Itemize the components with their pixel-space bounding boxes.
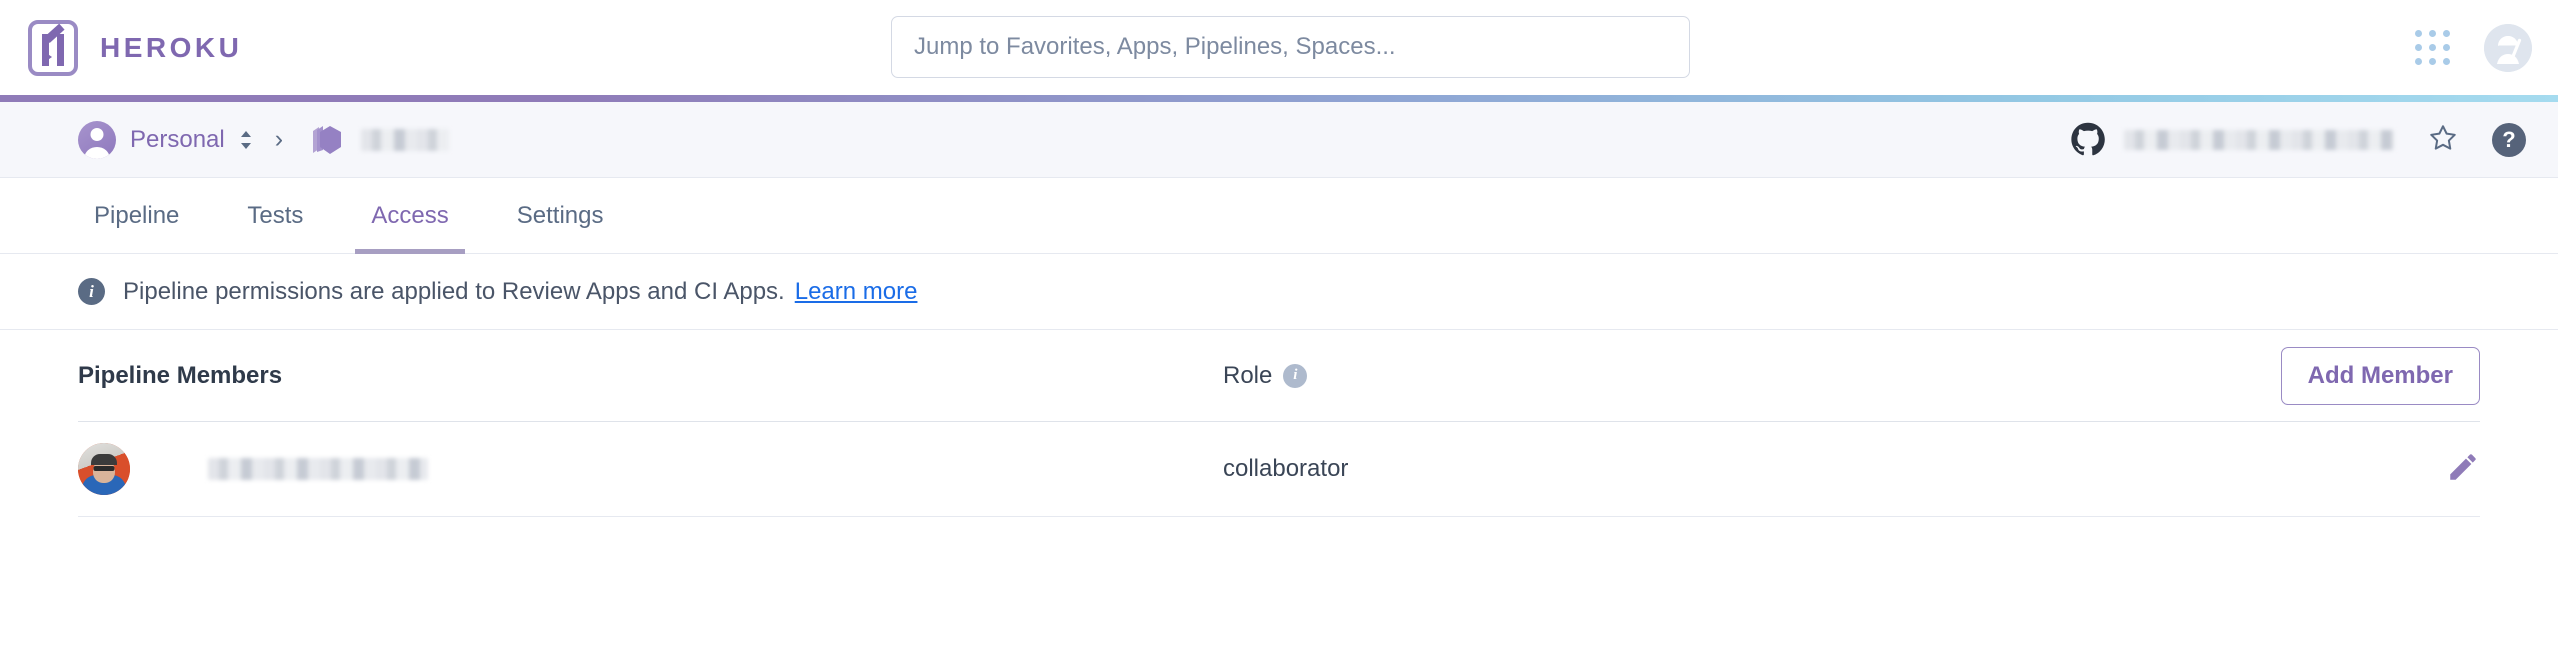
ninja-avatar-icon[interactable] [2484, 23, 2532, 72]
column-header-role-label: Role [1223, 361, 1273, 389]
brand-name: HEROKU [100, 31, 243, 63]
github-icon [2071, 122, 2105, 156]
accent-gradient-bar [0, 95, 2558, 102]
pencil-edit-icon[interactable] [2446, 450, 2480, 489]
info-icon: i [78, 278, 105, 305]
table-header-row: Pipeline Members Role i Add Member [78, 330, 2480, 422]
breadcrumb-separator: › [274, 125, 284, 153]
breadcrumb-pipeline[interactable] [305, 119, 450, 161]
star-outline-icon[interactable] [2428, 123, 2458, 158]
app-grid-icon[interactable] [2415, 30, 2450, 65]
members-table: Pipeline Members Role i Add Member colla… [0, 330, 2558, 517]
chevron-up-down-icon[interactable] [239, 129, 253, 151]
member-name-redacted [208, 458, 428, 480]
tab-tests[interactable]: Tests [231, 178, 319, 254]
header-actions [2415, 0, 2532, 95]
pipeline-tabs: Pipeline Tests Access Settings [0, 178, 2558, 254]
breadcrumb-account-label: Personal [130, 125, 225, 153]
breadcrumb-account[interactable]: Personal [78, 120, 225, 159]
person-avatar-icon [78, 120, 116, 159]
table-row: collaborator [78, 422, 2480, 517]
role-info-icon[interactable]: i [1283, 363, 1308, 388]
column-header-members: Pipeline Members [78, 361, 283, 389]
add-member-button[interactable]: Add Member [2280, 346, 2480, 405]
breadcrumb-path: Personal › [78, 119, 450, 161]
heroku-logo-icon [28, 19, 78, 76]
breadcrumb: Personal › ? [0, 102, 2558, 178]
member-photo-avatar [78, 443, 130, 495]
pipeline-stack-icon [313, 125, 342, 154]
github-repo-link[interactable] [2070, 122, 2394, 158]
tab-settings[interactable]: Settings [501, 178, 620, 254]
breadcrumb-actions: ? [2070, 102, 2526, 178]
column-header-role: Role i [1223, 361, 1308, 390]
tab-access[interactable]: Access [355, 178, 466, 254]
github-repo-name-redacted [2124, 130, 2394, 150]
help-question-icon[interactable]: ? [2492, 123, 2526, 157]
member-identity-cell [78, 443, 1223, 495]
permissions-notice: i Pipeline permissions are applied to Re… [0, 254, 2558, 330]
search-container [891, 16, 1690, 78]
member-role: collaborator [1223, 455, 1349, 482]
brand-home-link[interactable]: HEROKU [28, 19, 243, 76]
tab-pipeline[interactable]: Pipeline [78, 178, 195, 254]
top-header: HEROKU [0, 0, 2558, 95]
learn-more-link[interactable]: Learn more [795, 278, 918, 306]
permissions-notice-text: Pipeline permissions are applied to Revi… [123, 277, 785, 305]
search-input[interactable] [891, 16, 1690, 78]
breadcrumb-pipeline-name-redacted [361, 128, 450, 151]
